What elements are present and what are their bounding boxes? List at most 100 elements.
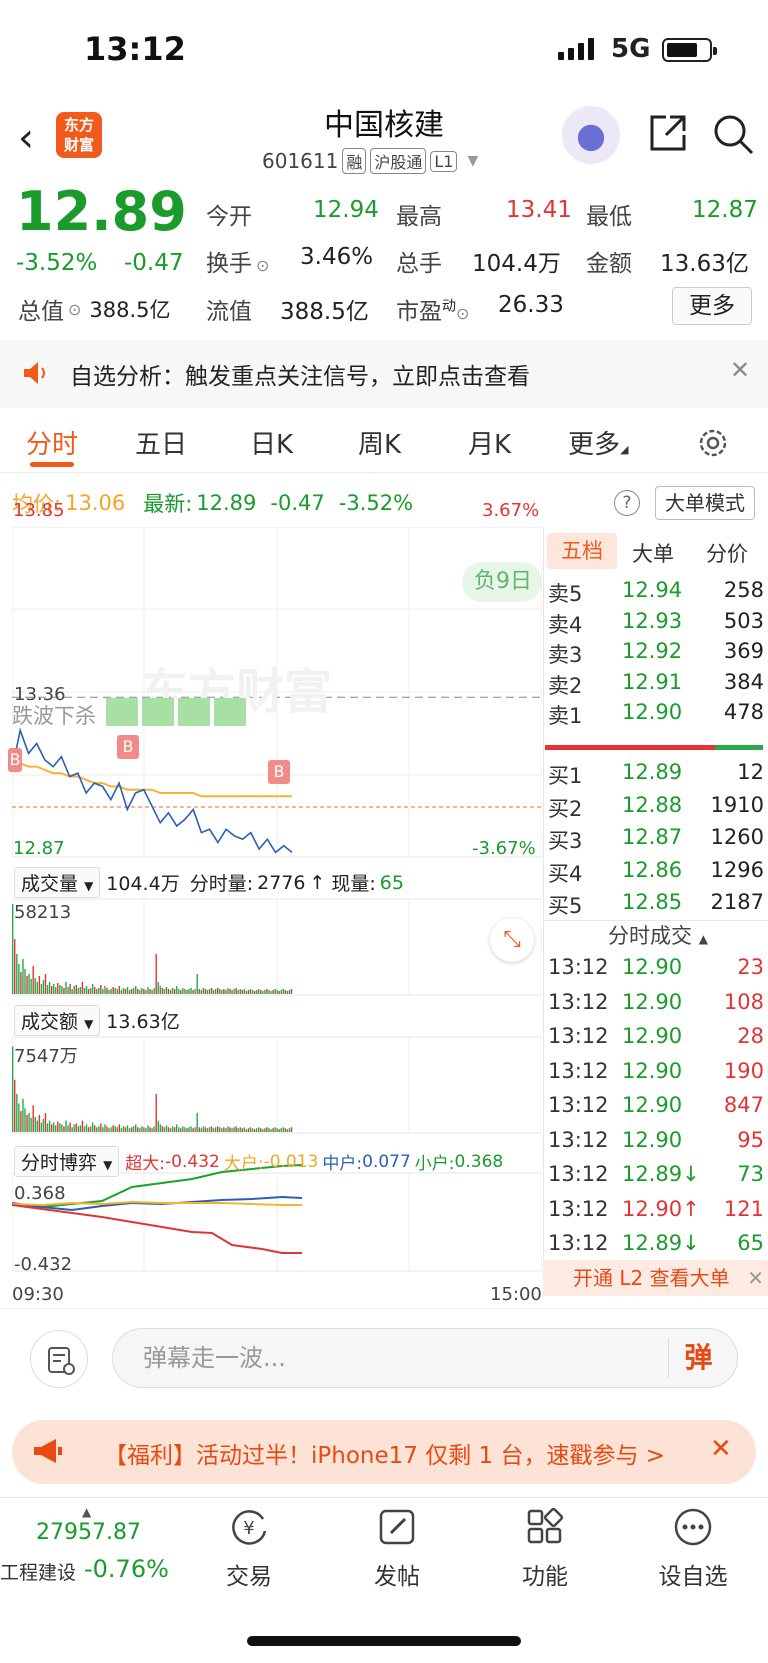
volume-bar [278,991,280,994]
stat-pe-value: 26.33 [498,292,564,318]
amount-bar [128,1128,131,1132]
more-button[interactable]: 更多 [672,287,752,325]
tab-weekly[interactable]: 周K [358,424,401,461]
l2-upgrade-banner[interactable]: 开通 L2 查看大单 ✕ [543,1260,768,1296]
ticks-title[interactable]: 分时成交 ▲ [608,920,708,950]
tab-big-orders[interactable]: 大单 [632,538,674,568]
tick-volume: 28 [737,1024,764,1048]
search-icon[interactable] [712,113,754,155]
amount-bar [229,1127,231,1132]
amount-bar [192,1128,194,1132]
danmu-button[interactable]: 弹 [668,1338,728,1378]
close-icon[interactable]: ✕ [710,1434,732,1464]
info-icon[interactable]: ⊙ [456,304,469,323]
asks-row[interactable]: 卖2 12.91 384 [548,670,764,700]
tab-monthly[interactable]: 月K [468,424,511,461]
tab-more[interactable]: 更多◢ [568,424,628,461]
nav-post[interactable]: 发帖 [342,1505,452,1591]
danmu-settings-icon[interactable] [30,1330,88,1388]
game-selector[interactable]: 分时博弈 ▼ [14,1146,120,1177]
bids-row[interactable]: 买5 12.85 2187 [548,890,764,920]
tick-volume: 95 [737,1127,764,1152]
stat-turnover-value: 3.46% [300,244,374,270]
buy-marker[interactable]: B [8,748,22,772]
volume-bar [100,985,102,994]
amount-bar [290,1127,293,1132]
stat-high-value: 13.41 [506,197,572,223]
amount-selector[interactable]: 成交额 ▼ [14,1005,101,1036]
bids-row[interactable]: 买3 12.87 1260 [548,825,764,855]
stat-open-value: 12.94 [313,197,379,223]
volume-bar [151,990,153,994]
tab-5day[interactable]: 五日 [135,424,187,461]
nav-functions[interactable]: 功能 [490,1505,600,1591]
nav-add-watchlist[interactable]: 设自选 [638,1505,748,1591]
amount-bar [286,1129,289,1132]
stock-subtitle[interactable]: 601611 融 沪股通 L1 ▼ [262,148,478,174]
sector-index-name[interactable]: 工程建设 [0,1558,76,1585]
bids-row[interactable]: 买2 12.88 1910 [548,793,764,823]
price-summary: 均价: 13.06 最新: 12.89 -0.47 -3.52% [12,488,413,518]
tab-five-levels[interactable]: 五档 [547,533,617,569]
volume-bar [122,988,125,994]
nav-trade[interactable]: ¥ 交易 [194,1505,304,1591]
divider [543,527,544,1297]
amount-bar [163,1127,166,1132]
tab-intraday[interactable]: 分时 [26,424,78,461]
bids-row[interactable]: 买1 12.89 12 [548,760,764,790]
neg-days-badge[interactable]: 负9日 [462,562,542,602]
volume-bar [36,982,38,994]
sector-index-change[interactable]: -0.76% [84,1555,169,1583]
volume-bar [171,988,174,994]
caret-icon: ◢ [620,443,629,456]
asks-row[interactable]: 卖1 12.90 478 [548,700,764,730]
tab-more-label: 更多 [568,430,621,460]
big-order-mode-button[interactable]: 大单模式 [655,486,755,520]
volume-bar [106,988,108,994]
sector-index-value[interactable]: 27957.87 [36,1520,141,1545]
amount-bar [14,1079,16,1132]
tick-volume: 847 [723,1093,764,1117]
volume-bar [94,987,96,994]
super-value: -0.432 [165,1151,220,1172]
gear-icon[interactable] [696,426,730,460]
tab-price-dist[interactable]: 分价 [706,538,748,568]
buy-marker[interactable]: B [117,735,139,759]
info-icon[interactable]: ⊙ [68,300,81,319]
caret-up-icon[interactable]: ▲ [82,1505,91,1519]
close-icon[interactable]: ✕ [730,356,750,384]
volume-bar [167,989,170,994]
volume-bar [270,991,272,994]
assistant-avatar[interactable] [562,106,620,164]
amount-bar [249,1127,252,1132]
amount-bar [53,1122,55,1132]
close-icon[interactable]: ✕ [747,1260,764,1296]
danmu-input[interactable]: 弹幕走一波... [112,1328,738,1388]
amount-bar [104,1124,106,1132]
volume-bar [280,990,282,994]
amount-bar [260,1128,262,1132]
share-icon[interactable] [648,113,688,153]
volume-bar [116,989,118,994]
expand-icon[interactable]: ⤡ [490,918,534,962]
buy-marker[interactable]: B [268,760,290,784]
asks-row[interactable]: 卖5 12.94 258 [548,578,764,608]
amount-bar [219,1127,221,1132]
latest-value: 12.89 [196,491,257,515]
volume-bar [155,954,157,994]
volume-bar [276,990,278,994]
tab-daily[interactable]: 日K [250,424,293,461]
tick-volume: 73 [737,1162,764,1186]
stat-volume-label: 总手 [396,251,442,277]
asks-row[interactable]: 卖4 12.93 503 [548,609,764,639]
help-icon[interactable]: ? [614,490,640,516]
bids-row[interactable]: 买4 12.86 1296 [548,858,764,888]
intraday-chart[interactable] [12,527,542,1297]
amount-bar [110,1127,112,1132]
asks-row[interactable]: 卖3 12.92 369 [548,639,764,669]
stat-turnover-label: 换手 ⊙ [206,251,270,277]
volume-bar [96,989,98,994]
volume-selector[interactable]: 成交量 ▼ [14,867,101,898]
volume-bar [48,982,51,994]
info-icon[interactable]: ⊙ [256,256,269,275]
